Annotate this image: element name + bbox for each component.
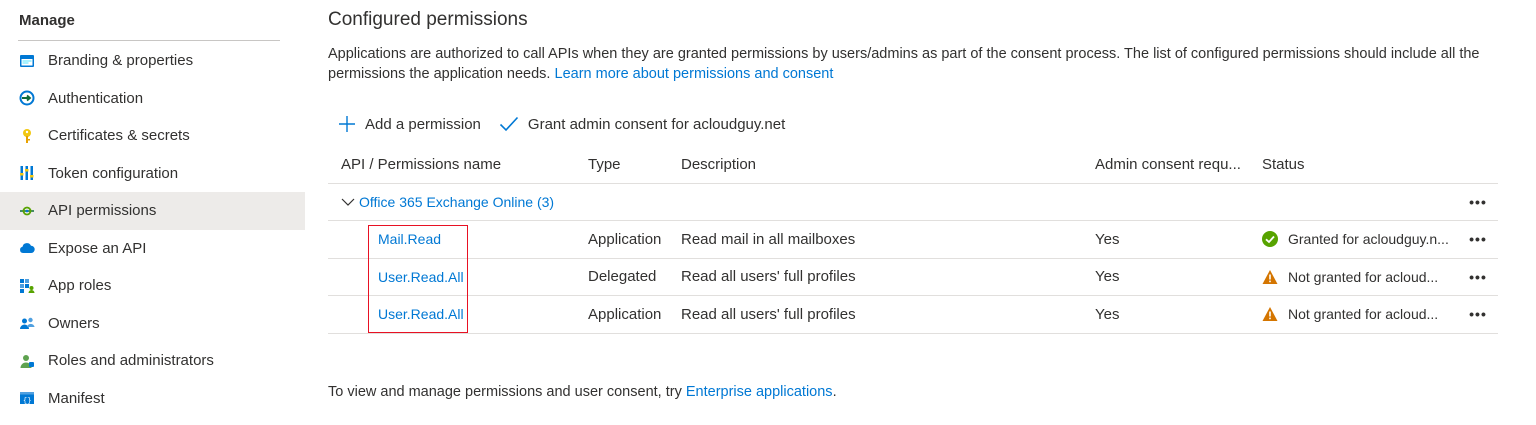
sidebar-item-label: Expose an API: [48, 239, 147, 257]
svg-text:{}: {}: [23, 398, 31, 406]
column-header-admin-consent[interactable]: Admin consent requ...: [1095, 146, 1255, 183]
page-title: Configured permissions: [328, 9, 528, 30]
sidebar-item-label: Manifest: [48, 389, 105, 407]
sidebar-item-label: Token configuration: [48, 164, 179, 182]
manage-section-title: Manage: [19, 12, 75, 29]
sidebar-item-label: App roles: [48, 277, 112, 295]
token-config-icon: [19, 165, 35, 181]
warning-icon: [1262, 269, 1278, 284]
group-toggle[interactable]: Office 365 Exchange Online (3): [341, 184, 554, 221]
column-header-status[interactable]: Status: [1262, 146, 1452, 183]
roles-admin-icon: [19, 353, 35, 369]
sidebar-item-label: Authentication: [48, 89, 144, 107]
permission-name-link[interactable]: User.Read.All: [378, 259, 464, 296]
sidebar-item-roles-administrators[interactable]: Roles and administrators: [0, 342, 305, 380]
admin-consent-required: Yes: [1095, 230, 1120, 248]
sidebar-item-branding[interactable]: Branding & properties: [0, 42, 305, 80]
permission-name-link[interactable]: User.Read.All: [378, 296, 464, 333]
sidebar-item-certificates[interactable]: Certificates & secrets: [0, 117, 305, 155]
footer-suffix: .: [832, 384, 837, 400]
sidebar-item-label: Owners: [48, 314, 100, 332]
sidebar-item-manifest[interactable]: {} Manifest: [0, 380, 305, 418]
sidebar-item-authentication[interactable]: Authentication: [0, 80, 305, 118]
checkmark-icon: [499, 116, 518, 132]
footer-text: To view and manage permissions and user …: [328, 384, 682, 400]
add-permission-button[interactable]: Add a permission: [338, 115, 481, 133]
column-header-name[interactable]: API / Permissions name: [341, 146, 581, 183]
api-permissions-icon: [19, 203, 35, 219]
grant-admin-consent-label: Grant admin consent for acloudguy.net: [527, 115, 786, 133]
status-text: Not granted for acloud...: [1288, 268, 1439, 285]
permission-type: Delegated: [588, 268, 657, 286]
group-row: Office 365 Exchange Online (3) •••: [328, 184, 1498, 221]
more-options-button[interactable]: •••: [1466, 296, 1490, 333]
sidebar-item-api-permissions[interactable]: API permissions: [0, 192, 305, 230]
description: Applications are authorized to call APIs…: [328, 44, 1498, 84]
sidebar-item-label: Roles and administrators: [48, 352, 214, 370]
grant-admin-consent-button[interactable]: Grant admin consent for acloudguy.net: [499, 115, 785, 133]
sidebar: Manage Branding & properties Authenticat…: [0, 0, 305, 425]
description-text: Applications are authorized to call APIs…: [328, 46, 1480, 82]
permission-description: Read all users' full profiles: [681, 305, 856, 323]
app-roles-icon: [19, 278, 35, 294]
table-row: User.Read.All Delegated Read all users' …: [328, 259, 1498, 296]
permission-status: Granted for acloudguy.n...: [1262, 221, 1452, 258]
warning-icon: [1262, 307, 1278, 322]
key-icon: [19, 128, 35, 144]
sidebar-item-label: API permissions: [48, 202, 157, 220]
admin-consent-required: Yes: [1095, 268, 1120, 286]
permission-name-link[interactable]: Mail.Read: [378, 221, 441, 258]
permission-description: Read all users' full profiles: [681, 268, 856, 286]
sidebar-item-token-configuration[interactable]: Token configuration: [0, 155, 305, 193]
add-permission-label: Add a permission: [365, 115, 481, 133]
column-header-description[interactable]: Description: [681, 146, 1081, 183]
status-text: Not granted for acloud...: [1288, 306, 1439, 323]
sidebar-nav: Branding & properties Authentication Cer…: [0, 42, 305, 417]
permission-status: Not granted for acloud...: [1262, 296, 1452, 333]
toolbar: Add a permission Grant admin consent for…: [338, 112, 803, 136]
permissions-table: API / Permissions name Type Description …: [328, 146, 1498, 334]
divider: [18, 40, 280, 41]
owners-icon: [19, 315, 35, 331]
admin-consent-required: Yes: [1095, 305, 1120, 323]
sidebar-item-owners[interactable]: Owners: [0, 305, 305, 343]
more-options-button[interactable]: •••: [1466, 259, 1490, 296]
permission-status: Not granted for acloud...: [1262, 259, 1452, 296]
more-options-button[interactable]: •••: [1466, 221, 1490, 258]
sidebar-item-label: Branding & properties: [48, 52, 194, 70]
group-label: Office 365 Exchange Online (3): [359, 193, 555, 210]
table-row: Mail.Read Application Read mail in all m…: [328, 221, 1498, 259]
table-row: User.Read.All Application Read all users…: [328, 296, 1498, 334]
permission-type: Application: [588, 305, 662, 323]
authentication-icon: [19, 90, 35, 106]
manifest-icon: {}: [19, 390, 35, 406]
sidebar-item-expose-api[interactable]: Expose an API: [0, 230, 305, 268]
plus-icon: [339, 116, 355, 132]
more-options-button[interactable]: •••: [1466, 184, 1490, 221]
permission-type: Application: [588, 230, 662, 248]
granted-check-icon: [1262, 231, 1278, 248]
footer-note: To view and manage permissions and user …: [328, 384, 837, 400]
branding-icon: [19, 53, 35, 69]
learn-more-link[interactable]: Learn more about permissions and consent: [555, 66, 834, 82]
status-text: Granted for acloudguy.n...: [1288, 231, 1449, 248]
enterprise-applications-link[interactable]: Enterprise applications: [686, 384, 833, 400]
chevron-down-icon: [341, 198, 355, 206]
cloud-icon: [19, 240, 35, 256]
sidebar-item-label: Certificates & secrets: [48, 127, 190, 145]
permission-description: Read mail in all mailboxes: [681, 230, 856, 248]
column-header-type[interactable]: Type: [588, 146, 678, 183]
table-header: API / Permissions name Type Description …: [328, 146, 1498, 184]
sidebar-item-app-roles[interactable]: App roles: [0, 267, 305, 305]
